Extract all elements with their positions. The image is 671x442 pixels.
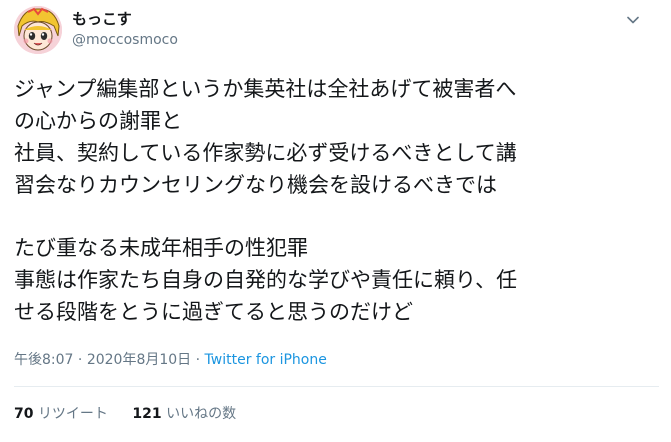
tweet-line: せる段階をとうに過ぎてると思うのだけど <box>14 300 413 324</box>
meta-separator: · <box>77 352 83 368</box>
chevron-down-icon[interactable] <box>623 10 643 30</box>
meta-separator: · <box>195 352 201 368</box>
tweet-line: 社員、契約している作家勢に必ず受けるべきとして講 <box>14 141 517 165</box>
tweet-header: もっこす @moccosmoco <box>14 6 659 54</box>
retweet-count: 70 <box>14 406 34 422</box>
chevron-down-icon-glyph <box>627 16 639 24</box>
avatar[interactable] <box>14 6 62 54</box>
like-stat[interactable]: 121 いいねの数 <box>132 404 236 424</box>
tweet-line: 習会なりカウンセリングなり機会を設けるべきでは <box>14 173 497 197</box>
tweet-line: ジャンプ編集部というか集英社は全社あげて被害者へ <box>14 77 517 101</box>
anime-avatar-icon <box>14 6 62 54</box>
like-label: いいねの数 <box>166 406 237 422</box>
tweet-source-link[interactable]: Twitter for iPhone <box>205 352 327 368</box>
display-name[interactable]: もっこす <box>72 9 178 29</box>
user-handle[interactable]: @moccosmoco <box>72 30 178 50</box>
tweet-date[interactable]: 2020年8月10日 <box>87 352 191 368</box>
user-names: もっこす @moccosmoco <box>72 9 178 50</box>
tweet-text: ジャンプ編集部というか集英社は全社あげて被害者へ の心からの謝罪と 社員、契約し… <box>14 73 654 328</box>
tweet-line: の心からの謝罪と <box>14 109 182 133</box>
tweet-line: 事態は作家たち自身の自発的な学びや責任に頼り、任 <box>14 268 518 292</box>
tweet-card: もっこす @moccosmoco ジャンプ編集部というか集英社は全社あげて被害者… <box>0 0 671 442</box>
like-count: 121 <box>132 406 162 422</box>
retweet-label: リツイート <box>37 406 108 422</box>
tweet-line: たび重なる未成年相手の性犯罪 <box>14 236 308 260</box>
tweet-meta: 午後8:07 · 2020年8月10日 · Twitter for iPhone <box>14 350 327 370</box>
tweet-time[interactable]: 午後8:07 <box>14 352 73 368</box>
divider <box>14 386 659 387</box>
retweet-stat[interactable]: 70 リツイート <box>14 404 108 424</box>
tweet-stats: 70 リツイート 121 いいねの数 <box>14 404 256 424</box>
